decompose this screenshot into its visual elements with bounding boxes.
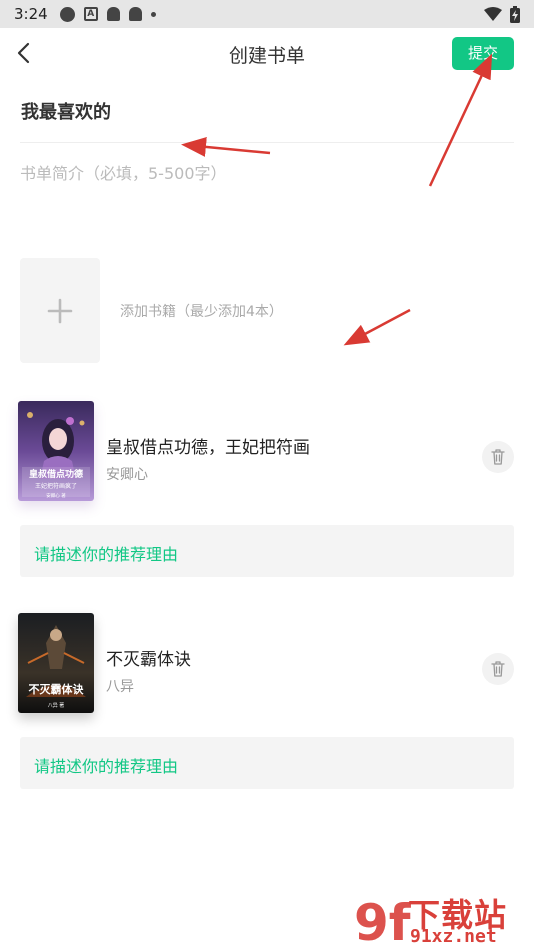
battery-charging-icon [510,5,520,23]
description-input[interactable] [20,158,514,188]
cover-title-text: 皇叔借点功德 [29,468,83,480]
trash-icon [491,661,505,677]
cover-title-text: 不灭霸体诀 [29,682,85,696]
delete-book-button[interactable] [482,653,514,685]
add-books-hint: 添加书籍（最少添加4本） [120,304,283,320]
submit-button[interactable]: 提交 [452,37,514,70]
book-cover[interactable]: 不灭霸体诀 八异 著 [18,613,94,713]
status-system-icons [484,5,520,23]
book-item: 不灭霸体诀 八异 著 不灭霸体诀 八异 请描述你的推荐理由 [0,613,534,813]
nav-bar: 创建书单 提交 [0,28,534,78]
annotation-arrow [343,308,411,346]
status-bar: 3:24 A [0,0,534,28]
add-book-button[interactable] [20,258,100,363]
book-item: 皇叔借点功德 王妃把符画疯了 安卿心 著 皇叔借点功德，王妃把符画 安卿心 请描… [0,401,534,601]
book-title: 皇叔借点功德，王妃把符画 [106,438,310,458]
book-author: 八异 [106,679,134,695]
trash-icon [491,449,505,465]
android-icon [128,7,142,21]
book-list-name-field[interactable]: 我最喜欢的 [21,98,111,124]
watermark-logo-text: 9f [354,894,412,950]
book-cover[interactable]: 皇叔借点功德 王妃把符画疯了 安卿心 著 [18,401,94,501]
watermark-9f-icon: 9f [354,894,412,950]
android-icon [106,7,120,21]
a-badge-icon: A [83,7,98,21]
status-time: 3:24 [14,5,48,23]
delete-book-button[interactable] [482,441,514,473]
recommend-reason-input[interactable]: 请描述你的推荐理由 [20,737,514,789]
plus-icon [47,298,73,324]
dot-icon [150,11,156,17]
book-author: 安卿心 [106,467,148,483]
recommend-reason-placeholder: 请描述你的推荐理由 [34,757,179,776]
annotation-arrow [181,136,271,157]
status-notification-icons: A [59,6,156,22]
chrome-icon [59,6,75,22]
recommend-reason-placeholder: 请描述你的推荐理由 [34,545,179,564]
cover-subtitle-text: 王妃把符画疯了 [35,482,77,490]
divider [20,142,514,143]
watermark-url: 91xz.net [410,926,497,947]
recommend-reason-input[interactable]: 请描述你的推荐理由 [20,525,514,577]
cover-author-text: 安卿心 著 [46,492,66,499]
book-title: 不灭霸体诀 [106,650,191,670]
watermark-logo: 9f 下载站 91xz.net [350,888,530,950]
cover-author-text: 八异 著 [48,702,65,709]
wifi-icon [484,7,502,21]
